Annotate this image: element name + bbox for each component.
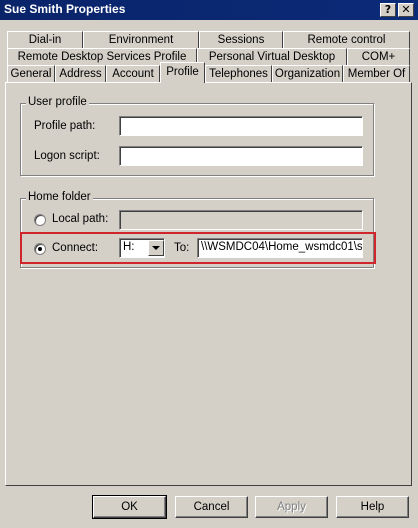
close-icon[interactable]: ✕ [398, 3, 414, 17]
help-button[interactable]: Help [336, 496, 409, 518]
help-icon[interactable]: ? [380, 3, 396, 17]
tab-general[interactable]: General [7, 65, 55, 83]
ok-button[interactable]: OK [92, 495, 167, 519]
tab-com-plus[interactable]: COM+ [347, 48, 410, 66]
profile-path-label: Profile path: [34, 120, 96, 132]
logon-script-label: Logon script: [34, 150, 100, 162]
tab-telephones[interactable]: Telephones [205, 65, 272, 83]
tab-profile[interactable]: Profile [160, 62, 205, 83]
profile-path-input[interactable] [119, 116, 363, 136]
tab-dial-in[interactable]: Dial-in [7, 31, 83, 49]
local-path-radio[interactable] [34, 214, 46, 226]
tab-sessions[interactable]: Sessions [199, 31, 283, 49]
tab-member-of[interactable]: Member Of [343, 65, 410, 83]
cancel-button[interactable]: Cancel [175, 496, 248, 518]
connect-row-highlight [20, 232, 376, 264]
tab-remote-control[interactable]: Remote control [283, 31, 410, 49]
apply-button[interactable]: Apply [255, 496, 328, 518]
local-path-input[interactable] [119, 210, 363, 230]
logon-script-input[interactable] [119, 146, 363, 166]
home-folder-group-label: Home folder [26, 191, 93, 203]
window-title: Sue Smith Properties [4, 2, 126, 16]
tab-environment[interactable]: Environment [83, 31, 199, 49]
tab-address[interactable]: Address [55, 65, 106, 83]
local-path-label: Local path: [52, 213, 109, 225]
tab-personal-virtual-desktop[interactable]: Personal Virtual Desktop [197, 48, 347, 66]
tab-account[interactable]: Account [106, 65, 160, 83]
user-profile-group-label: User profile [26, 96, 89, 108]
tab-organization[interactable]: Organization [272, 65, 343, 83]
